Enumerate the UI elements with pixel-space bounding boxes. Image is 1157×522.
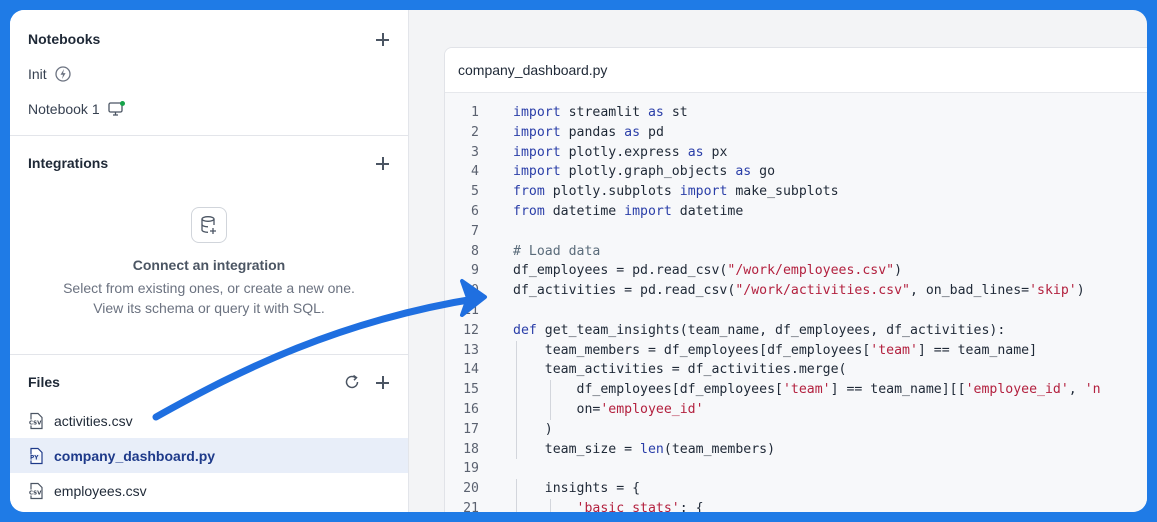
file-label: employees.csv bbox=[54, 482, 147, 499]
line-number: 4 bbox=[471, 164, 479, 180]
sidebar: Notebooks Init Notebook 1 Integrations C… bbox=[10, 10, 409, 512]
line-number: 2 bbox=[471, 124, 479, 140]
code-line: 2 import pandas as pd bbox=[445, 123, 1147, 143]
line-number: 20 bbox=[463, 481, 479, 497]
add-notebook-button[interactable] bbox=[375, 32, 390, 47]
csv-file-icon: CSV bbox=[28, 482, 43, 499]
line-number: 9 bbox=[471, 263, 479, 279]
code-text: import plotly.express as px bbox=[513, 144, 728, 160]
line-number: 21 bbox=[463, 500, 479, 512]
line-number: 6 bbox=[471, 203, 479, 219]
line-number: 18 bbox=[463, 441, 479, 457]
code-text: import plotly.graph_objects as go bbox=[513, 164, 776, 180]
line-number: 8 bbox=[471, 243, 479, 259]
code-line: 4 import plotly.graph_objects as go bbox=[445, 162, 1147, 182]
code-text: insights = { bbox=[513, 481, 641, 497]
csv-file-icon: CSV bbox=[28, 412, 43, 429]
line-number: 1 bbox=[471, 105, 479, 120]
code-text: team_activities = df_activities.merge( bbox=[513, 362, 847, 378]
line-number: 15 bbox=[463, 382, 479, 398]
lightning-icon bbox=[55, 66, 71, 82]
code-line: 1 import streamlit as st bbox=[445, 103, 1147, 123]
add-file-button[interactable] bbox=[375, 375, 390, 390]
editor-tab-title: company_dashboard.py bbox=[445, 48, 1147, 93]
code-text: df_employees = pd.read_csv("/work/employ… bbox=[513, 263, 903, 279]
file-label: activities.csv bbox=[54, 412, 133, 429]
divider bbox=[10, 135, 408, 136]
line-number: 17 bbox=[463, 421, 479, 437]
notebook-label: Init bbox=[28, 66, 47, 82]
code-line: 5 from plotly.subplots import make_subplo… bbox=[445, 182, 1147, 202]
code-line: 19 bbox=[445, 459, 1147, 479]
file-label: company_dashboard.py bbox=[54, 447, 216, 464]
code-line: 3 import plotly.express as px bbox=[445, 143, 1147, 163]
line-number: 13 bbox=[463, 342, 479, 358]
code-line: 20 insights = { bbox=[445, 479, 1147, 499]
connect-integration-title: Connect an integration bbox=[132, 257, 286, 273]
code-text: df_employees[df_employees['team'] == tea… bbox=[513, 382, 1101, 398]
code-text: from datetime import datetime bbox=[513, 203, 744, 219]
code-line: 8 # Load data bbox=[445, 242, 1147, 262]
code-text: team_members = df_employees[df_employees… bbox=[513, 342, 1038, 358]
app-window: Notebooks Init Notebook 1 Integrations C… bbox=[10, 10, 1147, 512]
file-item-company-dashboard-py[interactable]: PY company_dashboard.py bbox=[10, 438, 408, 473]
code-text: df_activities = pd.read_csv("/work/activ… bbox=[513, 283, 1085, 299]
line-number: 11 bbox=[463, 302, 479, 318]
main-area: company_dashboard.py 1 import streamlit a… bbox=[409, 10, 1147, 512]
notebooks-title: Notebooks bbox=[28, 31, 101, 47]
code-text: import pandas as pd bbox=[513, 124, 664, 140]
divider bbox=[10, 354, 408, 355]
line-number: 19 bbox=[463, 461, 479, 477]
code-text: on='employee_id' bbox=[513, 401, 704, 417]
code-line: 15 df_employees[df_employees['team'] == … bbox=[445, 380, 1147, 400]
line-number: 5 bbox=[471, 184, 479, 200]
code-text: ) bbox=[513, 421, 553, 437]
file-item-employees-csv[interactable]: CSV employees.csv bbox=[10, 473, 408, 508]
svg-text:CSV: CSV bbox=[29, 490, 42, 496]
line-number: 3 bbox=[471, 144, 479, 160]
code-area[interactable]: 1 import streamlit as st 2 import pandas as… bbox=[445, 103, 1147, 512]
code-line: 16 on='employee_id' bbox=[445, 399, 1147, 420]
py-file-icon: PY bbox=[28, 447, 43, 464]
code-text: def get_team_insights(team_name, df_empl… bbox=[513, 322, 1006, 338]
notebook-label: Notebook 1 bbox=[28, 101, 100, 117]
line-number: 16 bbox=[463, 401, 479, 417]
database-add-icon bbox=[191, 207, 227, 243]
code-line: 7 bbox=[445, 222, 1147, 242]
line-number: 12 bbox=[463, 322, 479, 338]
code-line: 14 team_activities = df_activities.merge… bbox=[445, 360, 1147, 381]
refresh-icon[interactable] bbox=[343, 373, 361, 391]
code-editor[interactable]: company_dashboard.py 1 import streamlit a… bbox=[444, 47, 1147, 512]
file-item-activities-csv[interactable]: CSV activities.csv bbox=[10, 403, 408, 438]
code-line: 10 df_activities = pd.read_csv("/work/act… bbox=[445, 281, 1147, 301]
code-line: 17 ) bbox=[445, 419, 1147, 440]
svg-text:CSV: CSV bbox=[29, 420, 42, 426]
line-number: 10 bbox=[463, 283, 479, 299]
code-line: 21 'basic_stats': { bbox=[445, 498, 1147, 512]
integration-help-line-2: View its schema or query it with SQL. bbox=[93, 300, 325, 316]
code-text: # Load data bbox=[513, 243, 601, 259]
code-text: team_size = len(team_members) bbox=[513, 441, 776, 457]
svg-text:PY: PY bbox=[30, 455, 39, 461]
code-text: 'basic_stats': { bbox=[576, 500, 704, 512]
code-text: from plotly.subplots import make_subplot… bbox=[513, 184, 839, 200]
add-integration-button[interactable] bbox=[375, 156, 390, 171]
line-number: 7 bbox=[471, 223, 479, 239]
code-line: 18 team_size = len(team_members) bbox=[445, 439, 1147, 460]
code-line: 6 from datetime import datetime bbox=[445, 202, 1147, 222]
notebook-item-init[interactable]: Init bbox=[28, 66, 71, 82]
notebook-item-notebook-1[interactable]: Notebook 1 bbox=[28, 101, 126, 117]
integrations-title: Integrations bbox=[28, 155, 109, 171]
code-line: 13 team_members = df_employees[df_employ… bbox=[445, 340, 1147, 361]
code-line: 12 def get_team_insights(team_name, df_em… bbox=[445, 321, 1147, 341]
code-line: 9 df_employees = pd.read_csv("/work/emplo… bbox=[445, 261, 1147, 281]
code-line: 11 bbox=[445, 301, 1147, 321]
integration-help-line-1: Select from existing ones, or create a n… bbox=[63, 280, 355, 296]
monitor-icon bbox=[107, 101, 125, 116]
files-title: Files bbox=[28, 374, 60, 390]
line-number: 14 bbox=[463, 362, 479, 378]
code-text: import streamlit as st bbox=[513, 105, 688, 120]
